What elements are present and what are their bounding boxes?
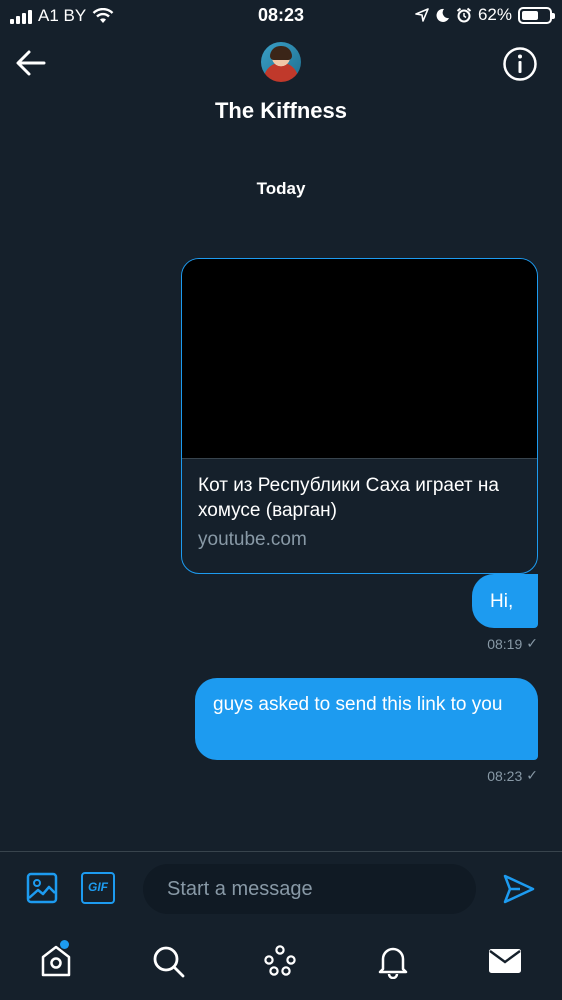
- status-right: 62%: [415, 5, 555, 25]
- bell-icon[interactable]: [375, 943, 411, 979]
- conversation-title[interactable]: The Kiffness: [0, 98, 562, 124]
- send-icon[interactable]: [502, 872, 536, 906]
- home-icon[interactable]: [38, 943, 74, 979]
- link-domain: youtube.com: [198, 529, 307, 550]
- search-icon[interactable]: [150, 943, 186, 979]
- link-thumbnail[interactable]: [182, 259, 537, 459]
- message-input[interactable]: [143, 864, 476, 914]
- moon-icon: [436, 8, 449, 22]
- battery-fill: [522, 10, 539, 20]
- sent-check-icon: ✓: [526, 635, 538, 651]
- link-title: Кот из Республики Саха играет на хомусе …: [198, 475, 499, 521]
- info-icon[interactable]: [502, 46, 538, 82]
- date-separator: Today: [256, 179, 306, 198]
- avatar[interactable]: [261, 42, 301, 82]
- sent-check-icon: ✓: [526, 767, 538, 783]
- message-bubble[interactable]: guys asked to send this link to you: [195, 678, 538, 760]
- battery-percent: 62%: [477, 5, 512, 24]
- message-time: 08:23: [487, 767, 523, 784]
- back-arrow-icon[interactable]: [14, 48, 48, 78]
- battery-icon: [518, 6, 555, 24]
- location-icon: [415, 8, 429, 22]
- message-composer: GIF: [0, 851, 562, 931]
- conversation-header: The Kiffness: [0, 34, 562, 134]
- bottom-navigation: [0, 931, 562, 1000]
- image-icon[interactable]: [26, 872, 58, 904]
- message-time: 08:19: [487, 635, 523, 652]
- spaces-icon[interactable]: [262, 943, 298, 979]
- alarm-icon: [456, 7, 472, 23]
- message-meta: 08:19 ✓: [487, 635, 538, 652]
- new-content-dot: [60, 940, 69, 949]
- link-preview-card[interactable]: Кот из Республики Саха играет на хомусе …: [181, 258, 538, 574]
- gif-button[interactable]: GIF: [81, 872, 115, 904]
- message-bubble[interactable]: Hi,: [472, 574, 538, 628]
- message-meta: 08:23 ✓: [487, 767, 538, 784]
- envelope-icon[interactable]: [487, 943, 523, 979]
- status-bar: A1 BY 08:23 62%: [0, 0, 562, 34]
